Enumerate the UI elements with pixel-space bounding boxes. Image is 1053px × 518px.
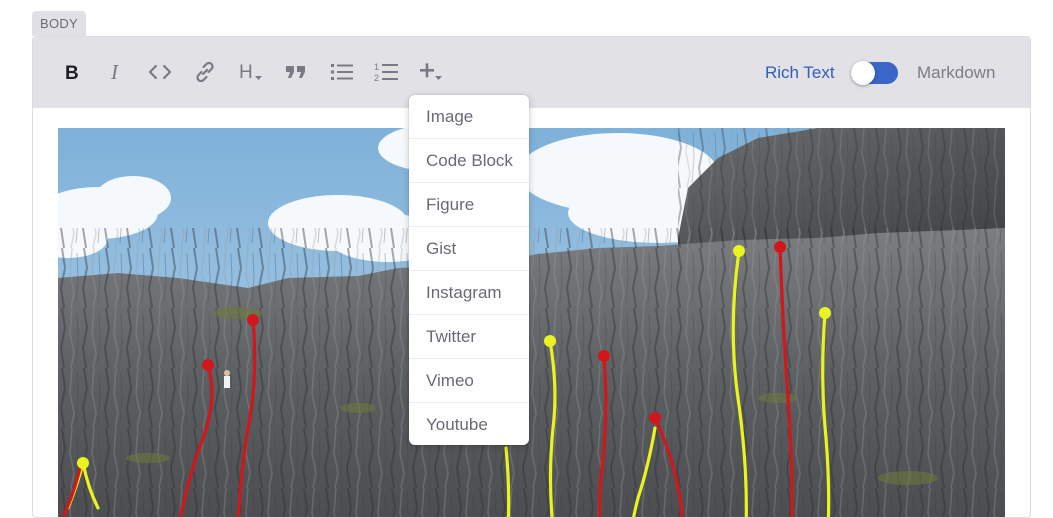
rich-text-label[interactable]: Rich Text [765, 63, 835, 83]
climbing-routes-image [58, 128, 1005, 517]
code-button[interactable] [147, 59, 173, 85]
heading-button[interactable]: H [237, 59, 267, 85]
numbered-list-icon: 12 [373, 61, 399, 83]
svg-text:H: H [239, 62, 253, 83]
svg-text:B: B [65, 63, 79, 82]
bold-icon: B [62, 62, 80, 82]
svg-text:I: I [110, 62, 119, 82]
toggle-knob [851, 61, 875, 85]
insert-menu-item-twitter[interactable]: Twitter [409, 315, 529, 359]
bold-button[interactable]: B [58, 59, 84, 85]
insert-button[interactable] [418, 59, 448, 85]
quote-icon [285, 64, 307, 80]
svg-text:1: 1 [374, 62, 379, 72]
link-button[interactable] [192, 59, 218, 85]
quote-button[interactable] [283, 59, 309, 85]
bullet-list-icon [330, 62, 354, 82]
link-icon [194, 61, 216, 83]
insert-icon [418, 61, 448, 83]
body-section-label: BODY [32, 11, 86, 36]
numbered-list-button[interactable]: 12 [373, 59, 399, 85]
bullet-list-button[interactable] [329, 59, 355, 85]
markdown-label[interactable]: Markdown [917, 63, 995, 83]
insert-menu: Image Code Block Figure Gist Instagram T… [409, 95, 529, 445]
insert-menu-item-code-block[interactable]: Code Block [409, 139, 529, 183]
insert-menu-item-vimeo[interactable]: Vimeo [409, 359, 529, 403]
rich-text-editor[interactable]: B I H 1 2 Rich Text Markdown [32, 36, 1031, 518]
heading-icon: H [237, 61, 267, 83]
italic-icon: I [107, 62, 125, 82]
insert-menu-item-image[interactable]: Image [409, 95, 529, 139]
insert-menu-item-figure[interactable]: Figure [409, 183, 529, 227]
editor-toolbar: B I H 1 2 Rich Text Markdown [33, 37, 1030, 108]
italic-button[interactable]: I [103, 59, 129, 85]
code-icon [148, 64, 172, 80]
editor-mode-toggle[interactable] [851, 61, 898, 85]
insert-menu-item-instagram[interactable]: Instagram [409, 271, 529, 315]
svg-text:2: 2 [374, 73, 379, 83]
insert-menu-item-gist[interactable]: Gist [409, 227, 529, 271]
insert-menu-item-youtube[interactable]: Youtube [409, 403, 529, 445]
